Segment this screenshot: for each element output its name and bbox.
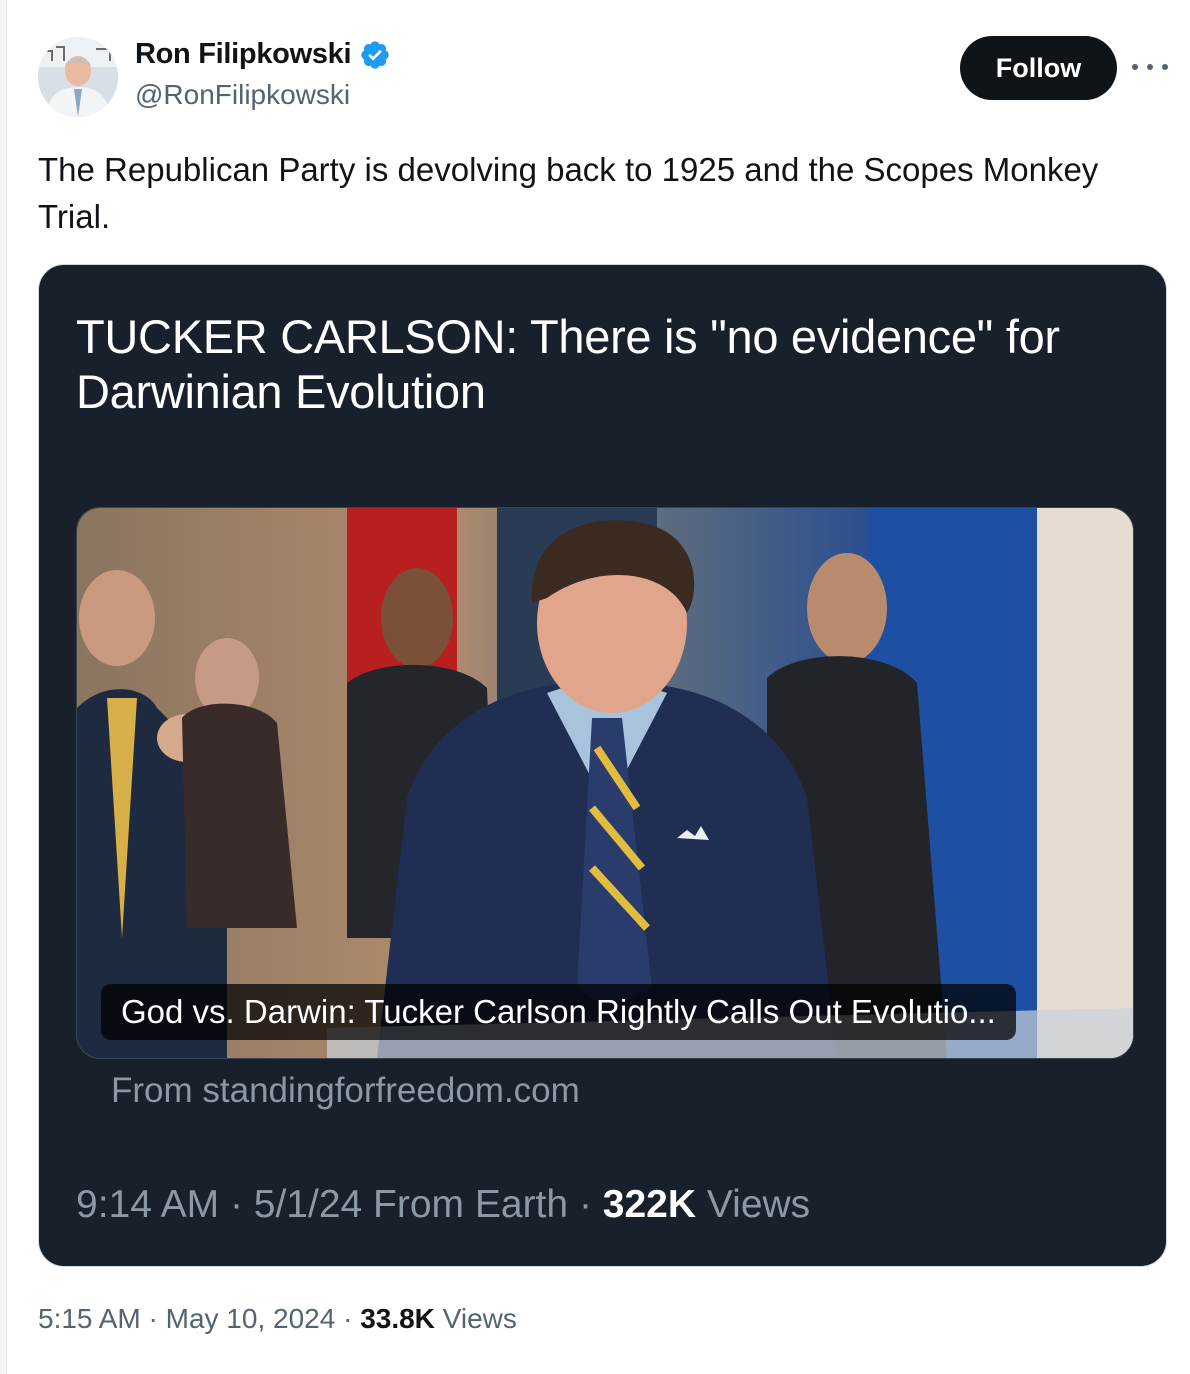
post-time[interactable]: 5:15 AM	[38, 1303, 141, 1334]
quoted-post-card[interactable]: TUCKER CARLSON: There is "no evidence" f…	[38, 264, 1167, 1267]
separator-dot: ·	[578, 1183, 603, 1226]
post-date[interactable]: May 10, 2024	[166, 1303, 336, 1334]
post-views-label[interactable]: Views	[443, 1303, 517, 1334]
post-views-count[interactable]: 33.8K	[360, 1303, 435, 1334]
post-meta: 5:15 AM · May 10, 2024 · 33.8K Views	[38, 1303, 517, 1335]
quoted-post-views-label: Views	[706, 1183, 811, 1226]
more-options-icon[interactable]	[1132, 52, 1168, 82]
news-photo	[77, 508, 1133, 1058]
follow-button[interactable]: Follow	[960, 36, 1117, 100]
link-card-title: God vs. Darwin: Tucker Carlson Rightly C…	[101, 984, 1016, 1040]
page-edge	[0, 0, 7, 1374]
link-source[interactable]: From standingforfreedom.com	[111, 1071, 580, 1111]
separator-dot: ·	[229, 1183, 254, 1226]
verified-badge-icon	[361, 40, 389, 69]
quoted-post-location: From Earth	[373, 1183, 569, 1226]
separator-dot: ·	[148, 1303, 166, 1334]
quoted-post-views-count: 322K	[602, 1183, 696, 1226]
quoted-post-text: TUCKER CARLSON: There is "no evidence" f…	[76, 310, 1060, 418]
avatar-image	[38, 37, 118, 117]
quoted-post-date: 5/1/24	[253, 1183, 363, 1226]
author-name-row[interactable]: Ron Filipkowski	[135, 38, 391, 71]
separator-dot: ·	[343, 1303, 361, 1334]
tweet-text: The Republican Party is devolving back t…	[38, 151, 1099, 235]
quoted-post-time: 9:14 AM	[76, 1183, 220, 1226]
avatar[interactable]	[38, 37, 118, 117]
author-handle[interactable]: @RonFilipkowski	[135, 79, 350, 111]
quoted-post-meta: 9:14 AM · 5/1/24 From Earth · 322K Views	[76, 1183, 810, 1227]
link-card-image[interactable]: God vs. Darwin: Tucker Carlson Rightly C…	[76, 507, 1134, 1059]
author-display-name[interactable]: Ron Filipkowski	[135, 38, 352, 71]
